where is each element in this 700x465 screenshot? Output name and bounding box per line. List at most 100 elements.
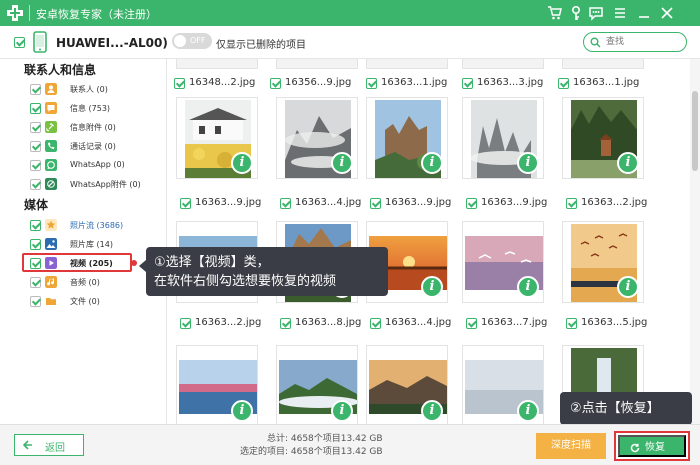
item-checkbox[interactable] [30, 122, 41, 133]
grid-item-caption[interactable]: 16363...9.jpg [180, 197, 280, 211]
key-icon[interactable] [568, 5, 584, 21]
item-checkbox[interactable] [366, 78, 377, 89]
item-checkbox[interactable] [174, 78, 185, 89]
grid-item-caption[interactable]: 16363...8.jpg [280, 317, 380, 331]
footer-bar: 返回 总计: 4658个项目13.42 GB 选定的项目: 4658个项目13.… [0, 424, 700, 465]
thumbnail[interactable] [562, 59, 644, 69]
sidebar-item-call-log[interactable]: 通话记录 (0) [30, 140, 162, 154]
item-checkbox[interactable] [30, 160, 41, 171]
item-checkbox[interactable] [30, 141, 41, 152]
file-name: 16363...9.jpg [481, 197, 548, 208]
minimize-icon[interactable] [636, 5, 652, 21]
back-button[interactable]: 返回 [14, 434, 84, 456]
item-checkbox[interactable] [466, 198, 477, 209]
info-badge-icon[interactable]: i [331, 152, 353, 174]
info-badge-icon[interactable]: i [421, 276, 443, 298]
thumbnail[interactable]: i [366, 345, 448, 424]
item-checkbox[interactable] [30, 179, 41, 190]
grid-item-caption[interactable]: 16363...1.jpg [558, 77, 658, 91]
thumbnail[interactable]: i [562, 221, 644, 303]
grid-item-caption[interactable]: 16363...4.jpg [280, 197, 380, 211]
close-icon[interactable] [659, 5, 675, 21]
info-badge-icon[interactable]: i [421, 152, 443, 174]
item-checkbox[interactable] [30, 84, 41, 95]
thumbnail[interactable]: i [462, 221, 544, 303]
item-checkbox[interactable] [566, 318, 577, 329]
thumbnail[interactable] [366, 59, 448, 69]
recover-button[interactable]: 恢复 [618, 435, 686, 457]
selection-stats: 总计: 4658个项目13.42 GB 选定的项目: 4658个项目13.42 … [236, 433, 383, 459]
grid-item-caption[interactable]: 16363...4.jpg [370, 317, 470, 331]
item-checkbox[interactable] [30, 239, 41, 250]
menu-icon[interactable] [612, 5, 628, 21]
thumbnail[interactable] [176, 59, 258, 69]
item-checkbox[interactable] [462, 78, 473, 89]
thumbnail[interactable] [462, 59, 544, 69]
grid-item-caption[interactable]: 16363...9.jpg [370, 197, 470, 211]
item-label: WhatsApp (0) [70, 160, 125, 169]
info-badge-icon[interactable]: i [231, 152, 253, 174]
item-checkbox[interactable] [280, 198, 291, 209]
info-badge-icon[interactable]: i [421, 400, 443, 422]
scrollbar-thumb[interactable] [692, 91, 698, 171]
info-badge-icon[interactable]: i [517, 400, 539, 422]
item-checkbox[interactable] [466, 318, 477, 329]
item-checkbox[interactable] [370, 198, 381, 209]
thumbnail[interactable]: i [462, 345, 544, 424]
item-checkbox[interactable] [30, 220, 41, 231]
item-checkbox[interactable] [558, 78, 569, 89]
sidebar-item-gallery[interactable]: 照片库 (14) [30, 238, 162, 252]
sidebar-item-whatsapp[interactable]: WhatsApp (0) [30, 159, 162, 173]
sidebar-item-message-attachments[interactable]: 信息附件 (0) [30, 121, 162, 135]
item-checkbox[interactable] [280, 318, 291, 329]
info-badge-icon[interactable]: i [617, 276, 639, 298]
item-checkbox[interactable] [30, 277, 41, 288]
info-badge-icon[interactable]: i [331, 400, 353, 422]
grid-item-caption[interactable]: 16363...2.jpg [180, 317, 280, 331]
item-checkbox[interactable] [30, 103, 41, 114]
thumbnail[interactable]: i [276, 345, 358, 424]
grid-item-caption[interactable]: 16363...7.jpg [466, 317, 566, 331]
thumbnail[interactable] [276, 59, 358, 69]
sidebar-item-photostream[interactable]: 照片流 (3686) [30, 219, 162, 233]
grid-item-caption[interactable]: 16363...1.jpg [366, 77, 466, 91]
item-checkbox[interactable] [270, 78, 281, 89]
cart-icon[interactable] [547, 5, 563, 21]
info-badge-icon[interactable]: i [517, 152, 539, 174]
thumbnail[interactable]: i [366, 97, 448, 179]
item-checkbox[interactable] [180, 318, 191, 329]
thumbnail[interactable]: i [462, 97, 544, 179]
search-input[interactable] [606, 35, 682, 49]
sidebar-item-files[interactable]: 文件 (0) [30, 295, 162, 309]
grid-scrollbar[interactable] [690, 59, 700, 424]
sidebar-item-messages[interactable]: 信息 (753) [30, 102, 162, 116]
grid-item-caption[interactable]: 16363...2.jpg [566, 197, 666, 211]
feedback-icon[interactable] [588, 5, 604, 21]
thumbnail[interactable]: i [176, 345, 258, 424]
grid-item-caption[interactable]: 16348...2.jpg [174, 77, 274, 91]
attachment-icon [45, 121, 57, 133]
recover-button-highlight: 恢复 [614, 431, 690, 461]
sidebar-item-audio[interactable]: 音频 (0) [30, 276, 162, 290]
sidebar-item-whatsapp-attachments[interactable]: WhatsApp附件 (0) [30, 178, 162, 192]
grid-item-caption[interactable]: 16363...5.jpg [566, 317, 666, 331]
device-header: HUAWEI...-AL00) OFF 仅显示已删除的项目 [0, 26, 700, 59]
show-deleted-toggle[interactable]: OFF [172, 33, 212, 49]
thumbnail[interactable]: i [276, 97, 358, 179]
info-badge-icon[interactable]: i [617, 152, 639, 174]
thumbnail[interactable]: i [176, 97, 258, 179]
info-badge-icon[interactable]: i [231, 400, 253, 422]
grid-item-caption[interactable]: 16356...9.jpg [270, 77, 370, 91]
item-checkbox[interactable] [566, 198, 577, 209]
grid-item-caption[interactable]: 16363...3.jpg [462, 77, 562, 91]
info-badge-icon[interactable]: i [517, 276, 539, 298]
item-checkbox[interactable] [370, 318, 381, 329]
item-checkbox[interactable] [30, 296, 41, 307]
sidebar-item-contacts[interactable]: 联系人 (0) [30, 83, 162, 97]
deep-scan-button[interactable]: 深度扫描 [536, 433, 606, 459]
device-checkbox[interactable] [14, 37, 25, 48]
thumbnail[interactable]: i [562, 97, 644, 179]
grid-item-caption[interactable]: 16363...9.jpg [466, 197, 566, 211]
item-checkbox[interactable] [180, 198, 191, 209]
folder-icon [45, 295, 57, 307]
